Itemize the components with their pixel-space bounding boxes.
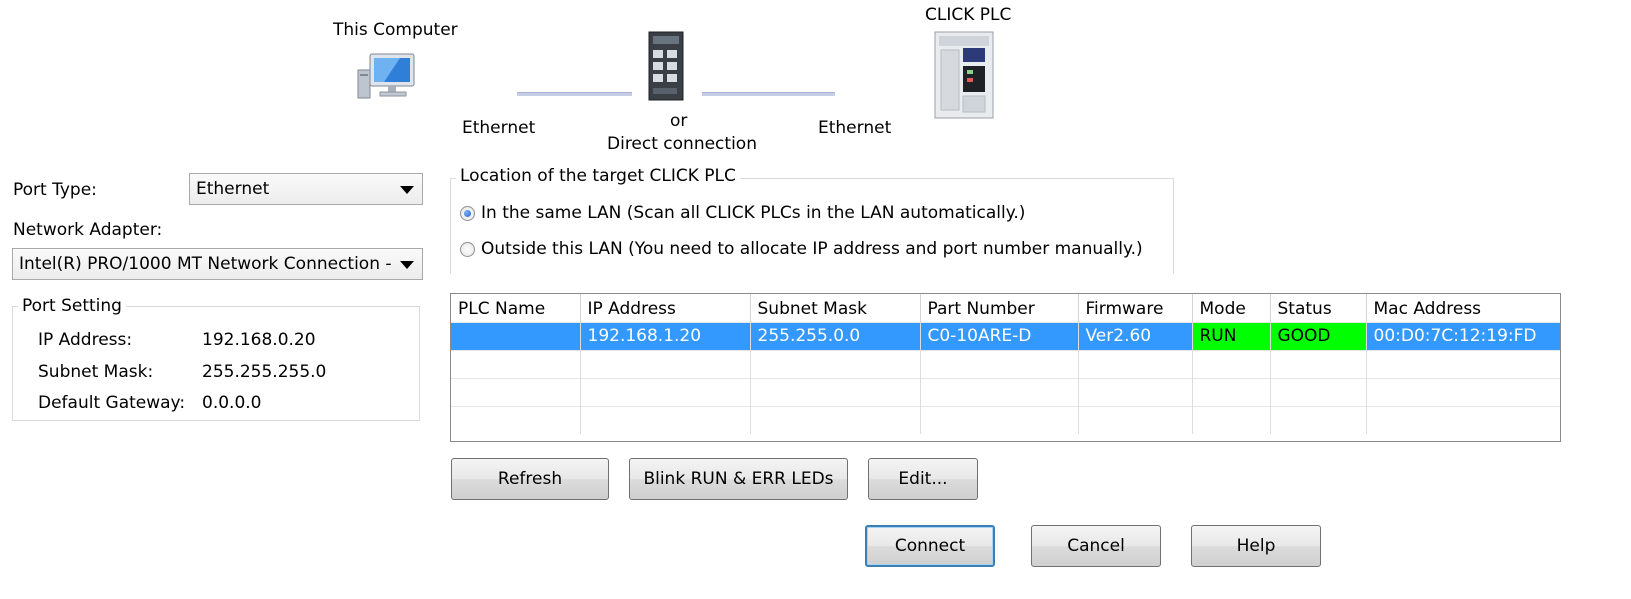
- default-gateway-label: Default Gateway:: [38, 393, 186, 413]
- cell-subnet-mask[interactable]: 255.255.0.0: [750, 321, 921, 350]
- click-plc-icon: [933, 30, 995, 120]
- empty-table-row: [451, 377, 1560, 406]
- radio-same-lan-label: In the same LAN (Scan all CLICK PLCs in …: [481, 203, 1026, 223]
- default-gateway-value: 0.0.0.0: [202, 393, 262, 413]
- port-type-value: Ethernet: [196, 179, 270, 199]
- subnet-mask-value: 255.255.255.0: [202, 362, 327, 382]
- table-row[interactable]: 192.168.1.20 255.255.0.0 C0-10ARE-D Ver2…: [451, 321, 1560, 350]
- port-type-label: Port Type:: [13, 180, 97, 200]
- empty-table-row: [451, 405, 1560, 434]
- ip-address-label: IP Address:: [38, 330, 133, 350]
- network-adapter-value: Intel(R) PRO/1000 MT Network Connection …: [19, 254, 392, 274]
- cell-firmware[interactable]: Ver2.60: [1078, 321, 1193, 350]
- dropdown-arrow-icon[interactable]: [400, 186, 414, 194]
- plc-table[interactable]: PLC Name IP Address Subnet Mask Part Num…: [450, 293, 1561, 442]
- cell-part-number[interactable]: C0-10ARE-D: [920, 321, 1079, 350]
- column-header-mac-address[interactable]: Mac Address: [1366, 294, 1560, 322]
- column-header-subnet-mask[interactable]: Subnet Mask: [750, 294, 921, 322]
- port-type-combo[interactable]: Ethernet: [189, 173, 423, 205]
- radio-button[interactable]: [460, 241, 475, 257]
- cancel-button[interactable]: Cancel: [1031, 525, 1161, 567]
- click-plc-label: CLICK PLC: [925, 5, 1012, 25]
- radio-same-lan[interactable]: In the same LAN (Scan all CLICK PLCs in …: [460, 203, 1025, 223]
- table-header-row: PLC Name IP Address Subnet Mask Part Num…: [451, 294, 1560, 322]
- ethernet-switch-icon: [645, 30, 687, 102]
- column-header-status[interactable]: Status: [1270, 294, 1367, 322]
- connect-button[interactable]: Connect: [865, 525, 995, 567]
- location-group: [450, 178, 1174, 274]
- port-setting-title: Port Setting: [18, 296, 126, 316]
- help-button[interactable]: Help: [1191, 525, 1321, 567]
- blink-leds-button[interactable]: Blink RUN & ERR LEDs: [629, 458, 848, 500]
- subnet-mask-label: Subnet Mask:: [38, 362, 154, 382]
- ethernet-left-label: Ethernet: [462, 118, 536, 138]
- cell-mode[interactable]: RUN: [1192, 321, 1271, 350]
- ethernet-line-right: [702, 92, 835, 96]
- dropdown-arrow-icon[interactable]: [400, 261, 414, 269]
- location-title: Location of the target CLICK PLC: [456, 166, 740, 186]
- column-header-mode[interactable]: Mode: [1192, 294, 1271, 322]
- cell-status[interactable]: GOOD: [1270, 321, 1367, 350]
- column-header-firmware[interactable]: Firmware: [1078, 294, 1193, 322]
- cell-mac-address[interactable]: 00:D0:7C:12:19:FD: [1366, 321, 1560, 350]
- computer-icon: [356, 52, 418, 102]
- ip-address-value: 192.168.0.20: [202, 330, 316, 350]
- radio-button-selected[interactable]: [460, 205, 475, 221]
- edit-button[interactable]: Edit...: [868, 458, 978, 500]
- network-adapter-label: Network Adapter:: [13, 220, 163, 240]
- radio-outside-lan[interactable]: Outside this LAN (You need to allocate I…: [460, 239, 1143, 259]
- direct-connection-label: Direct connection: [607, 134, 757, 154]
- empty-table-row: [451, 349, 1560, 378]
- cell-ip-address[interactable]: 192.168.1.20: [580, 321, 751, 350]
- column-header-part-number[interactable]: Part Number: [920, 294, 1079, 322]
- refresh-button[interactable]: Refresh: [451, 458, 609, 500]
- column-header-ip-address[interactable]: IP Address: [580, 294, 751, 322]
- radio-outside-lan-label: Outside this LAN (You need to allocate I…: [481, 239, 1143, 259]
- ethernet-line-left: [517, 92, 632, 96]
- network-adapter-combo[interactable]: Intel(R) PRO/1000 MT Network Connection …: [12, 248, 423, 280]
- ethernet-right-label: Ethernet: [818, 118, 892, 138]
- this-computer-label: This Computer: [333, 20, 458, 40]
- cell-plc-name[interactable]: [451, 321, 581, 350]
- or-label: or: [670, 111, 688, 131]
- column-header-plc-name[interactable]: PLC Name: [451, 294, 581, 322]
